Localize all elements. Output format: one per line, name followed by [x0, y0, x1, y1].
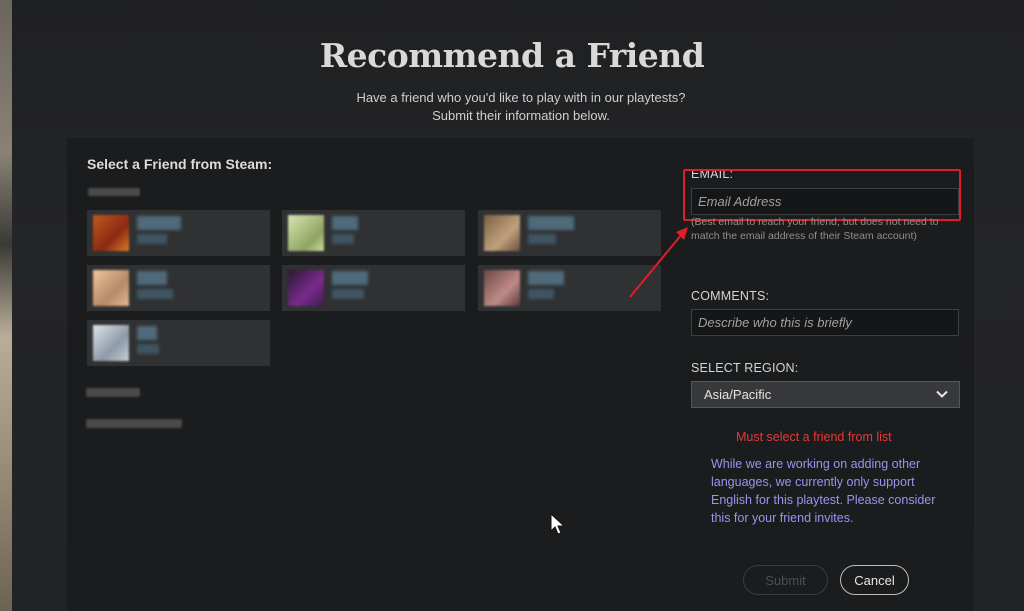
friend-name-blurred: [332, 216, 358, 230]
region-label: SELECT REGION:: [691, 361, 799, 375]
submit-button[interactable]: Submit: [743, 565, 828, 595]
friend-status-blurred: [137, 344, 159, 354]
subtitle-line-1: Have a friend who you'd like to play wit…: [356, 90, 686, 105]
friend-tile[interactable]: [478, 210, 661, 256]
annotation-highlight-box: [683, 169, 961, 221]
email-help-text: (Best email to reach your friend, but do…: [691, 216, 939, 242]
friend-avatar: [288, 270, 324, 306]
friends-group-label-blurred: [88, 188, 140, 196]
chevron-down-icon: [935, 387, 949, 404]
friend-status-blurred: [137, 289, 173, 299]
subtitle-line-2: Submit their information below.: [432, 108, 610, 123]
friend-status-blurred: [528, 289, 554, 299]
friend-name-blurred: [137, 271, 167, 285]
friend-status-blurred: [137, 234, 167, 244]
page-subtitle: Have a friend who you'd like to play wit…: [0, 89, 1024, 125]
comments-label: COMMENTS:: [691, 289, 770, 303]
friend-status-blurred: [528, 234, 556, 244]
error-message: Must select a friend from list: [736, 430, 892, 444]
friend-avatar: [93, 270, 129, 306]
friends-heading: Select a Friend from Steam:: [87, 156, 273, 172]
mouse-cursor-icon: [550, 512, 566, 540]
comments-field[interactable]: [691, 309, 959, 336]
friend-name-blurred: [332, 271, 368, 285]
friend-tile[interactable]: [478, 265, 661, 311]
friend-name-blurred: [137, 326, 157, 340]
friends-group-label-blurred: [86, 388, 140, 397]
friend-tile[interactable]: [282, 265, 465, 311]
friend-name-blurred: [528, 216, 574, 230]
friend-status-blurred: [332, 289, 364, 299]
friend-avatar: [484, 270, 520, 306]
friend-avatar: [93, 325, 129, 361]
friend-avatar: [484, 215, 520, 251]
friend-tile[interactable]: [282, 210, 465, 256]
friend-tile[interactable]: [87, 210, 270, 256]
page-title: Recommend a Friend: [319, 36, 705, 75]
region-select-value: Asia/Pacific: [704, 387, 772, 402]
friend-name-blurred: [137, 216, 181, 230]
friend-tile[interactable]: [87, 320, 270, 366]
friend-status-blurred: [332, 234, 354, 244]
cancel-button[interactable]: Cancel: [840, 565, 909, 595]
friend-avatar: [93, 215, 129, 251]
friend-avatar: [288, 215, 324, 251]
friend-name-blurred: [528, 271, 564, 285]
region-select[interactable]: Asia/Pacific: [691, 381, 960, 408]
language-notice: While we are working on adding other lan…: [711, 457, 936, 525]
friends-group-label-blurred: [86, 419, 182, 428]
friend-tile[interactable]: [87, 265, 270, 311]
